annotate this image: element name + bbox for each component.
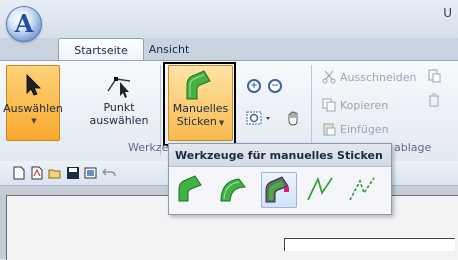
app-logo-letter: A — [14, 9, 34, 38]
paste-icon — [322, 122, 336, 136]
group-label-clipboard: ablage — [394, 141, 432, 154]
manual-stitch-label-2-text: Sticken — [176, 115, 217, 128]
manual-stitch-label-1: Manuelles — [172, 102, 229, 115]
zoom-area-button[interactable] — [245, 109, 275, 127]
arrow-cursor-icon — [16, 68, 50, 102]
manual-point-fill-tool-button[interactable] — [261, 172, 297, 208]
zoom-area-icon — [246, 111, 270, 125]
zoom-out-button[interactable]: − — [266, 77, 284, 95]
cut-label: Ausschneiden — [340, 70, 417, 84]
manual-fill-icon — [178, 175, 202, 202]
application-menu-button[interactable]: A — [6, 6, 42, 42]
point-select-label-1: Punkt — [103, 101, 135, 114]
embroidery-hoop-area[interactable] — [284, 238, 455, 251]
save-as-icon[interactable] — [84, 166, 98, 180]
paste-label: Einfügen — [340, 122, 389, 136]
title-bar: A U — [0, 0, 458, 42]
manual-dashed-line-icon — [349, 177, 375, 201]
manual-curve-fill-icon — [220, 178, 246, 202]
chevron-down-icon: ▼ — [31, 117, 37, 125]
scissors-icon — [322, 70, 336, 84]
copy-label: Kopieren — [340, 98, 389, 112]
undo-icon[interactable] — [102, 166, 116, 180]
select-button[interactable]: Auswählen ▼ — [3, 65, 63, 141]
point-select-icon — [102, 67, 136, 101]
copy-button[interactable]: Kopieren — [322, 95, 388, 115]
chevron-down-icon: ▼ — [218, 119, 225, 127]
manual-curve-fill-tool-button[interactable] — [217, 172, 251, 206]
manual-stitch-tools-dropdown: Werkzeuge für manuelles Sticken — [168, 143, 392, 215]
manual-stitch-label-2: Sticken ▼ — [177, 115, 225, 130]
delete-button[interactable] — [425, 91, 443, 109]
template-icon[interactable] — [30, 166, 44, 180]
manual-point-fill-icon — [265, 176, 289, 203]
cut-button[interactable]: Ausschneiden — [322, 67, 417, 87]
group-separator — [311, 65, 312, 155]
open-folder-icon[interactable] — [48, 166, 62, 180]
save-icon[interactable] — [66, 166, 80, 180]
zoom-in-button[interactable]: + — [245, 77, 263, 95]
select-button-label: Auswählen — [3, 102, 63, 115]
point-select-label-2: auswählen — [89, 114, 149, 127]
new-file-icon[interactable] — [12, 166, 26, 180]
dropdown-title: Werkzeuge für manuelles Sticken — [169, 144, 391, 167]
window-title: U — [443, 6, 452, 20]
manual-stitch-button[interactable]: Manuelles Sticken ▼ — [168, 65, 233, 141]
zoom-out-icon: − — [268, 79, 282, 93]
point-select-button[interactable]: Punkt auswählen — [84, 65, 154, 139]
paste-button[interactable]: Einfügen — [322, 119, 389, 139]
group-label-tools: Werkze — [128, 141, 169, 154]
copy-icon — [322, 98, 336, 112]
paste-special-icon — [428, 69, 441, 83]
manual-line-tool-button[interactable] — [303, 172, 337, 206]
paste-special-button[interactable] — [425, 67, 443, 85]
manual-line-icon — [307, 176, 333, 201]
manual-stitch-icon — [184, 68, 218, 102]
hand-icon — [288, 111, 298, 126]
tab-ansicht[interactable]: Ansicht — [144, 38, 194, 60]
tab-startseite[interactable]: Startseite — [58, 38, 144, 61]
app-window: A U Startseite Ansicht Auswählen ▼ Punkt… — [0, 0, 458, 260]
trash-icon — [429, 93, 439, 107]
zoom-in-icon: + — [247, 79, 261, 93]
manual-fill-tool-button[interactable] — [175, 172, 209, 206]
manual-dashed-line-tool-button[interactable] — [345, 172, 379, 206]
pan-button[interactable] — [284, 109, 302, 127]
